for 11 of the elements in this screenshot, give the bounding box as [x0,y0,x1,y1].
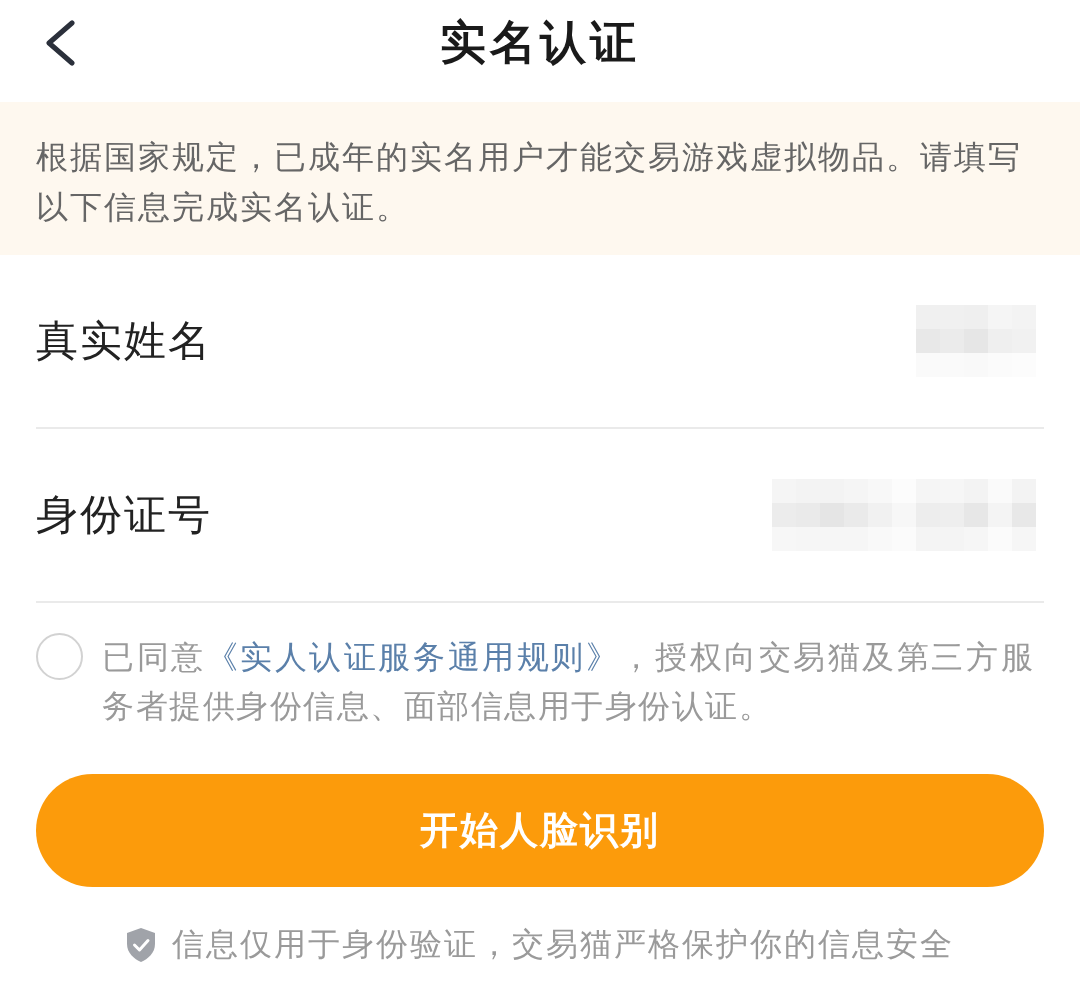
back-chevron-icon [44,20,76,66]
agreement-text: 已同意《实人认证服务通用规则》，授权向交易猫及第三方服务者提供身份信息、面部信息用于身份认证。 [102,637,1034,727]
start-face-recognition-button[interactable]: 开始人脸识别 [36,774,1044,887]
agree-checkbox[interactable] [36,633,83,680]
field-label: 身份证号 [36,489,212,541]
rules-link[interactable]: 《实人认证服务通用规则》 [205,638,621,676]
page-title: 实名认证 [440,14,640,71]
shield-check-icon [126,927,156,963]
security-note: 信息仅用于身份验证，交易猫严格保护你的信息安全 [172,924,954,965]
field-label: 真实姓名 [36,315,212,367]
notice-text: 根据国家规定，已成年的实名用户才能交易游戏虚拟物品。请填写以下信息完成实名认证。 [36,137,1023,228]
